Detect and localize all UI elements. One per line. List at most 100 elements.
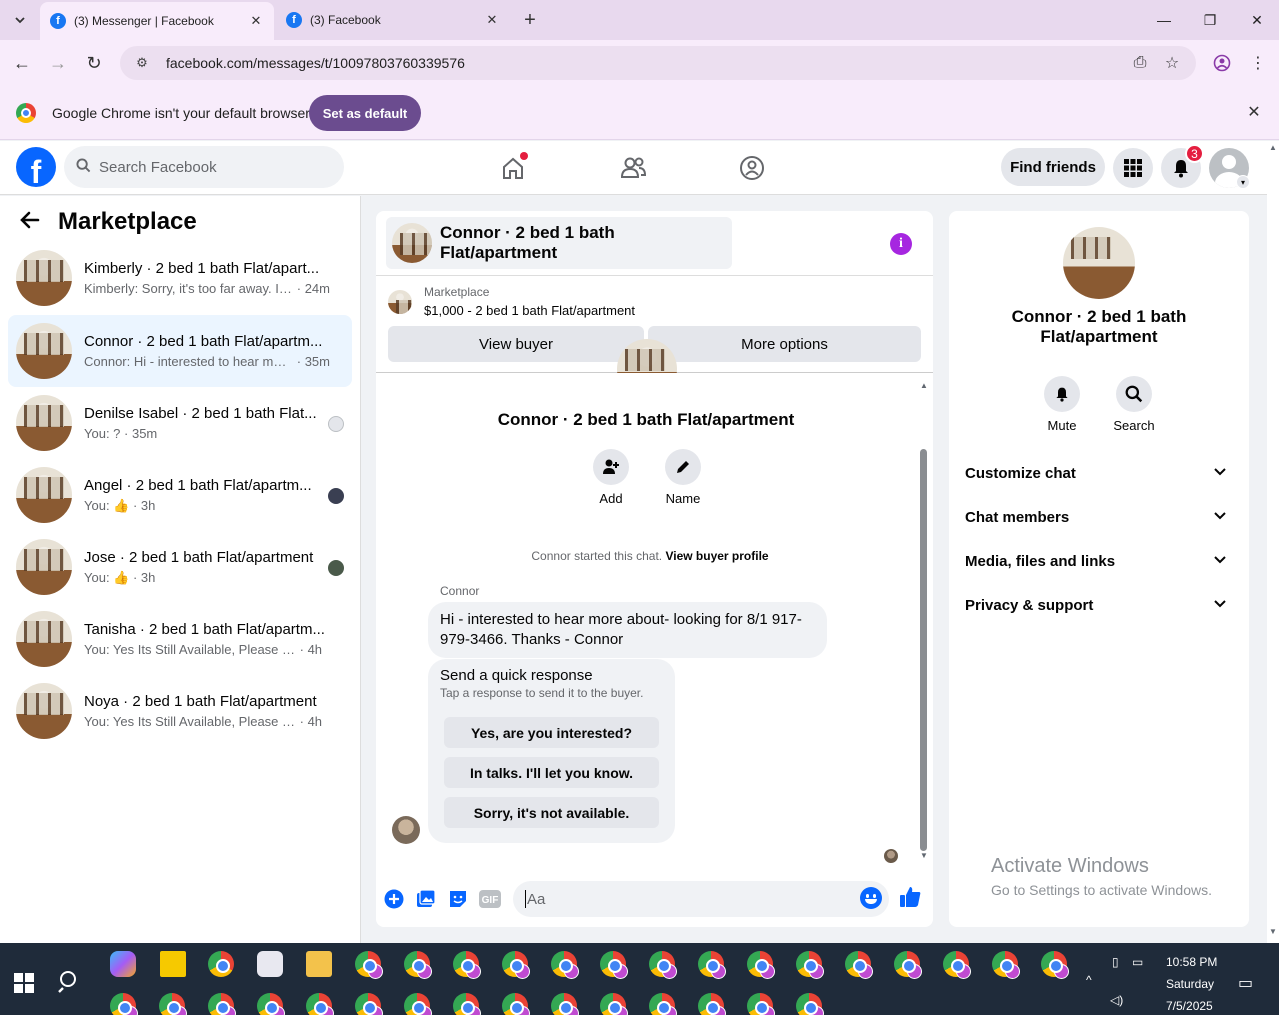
paint-app-icon[interactable] xyxy=(257,951,283,977)
chrome-profile-app-icon[interactable] xyxy=(257,993,285,1015)
account-chevron-icon[interactable]: ▾ xyxy=(1236,175,1250,189)
view-buyer-profile-link[interactable]: View buyer profile xyxy=(665,549,768,563)
profile-icon[interactable] xyxy=(1210,51,1234,75)
windows-start-icon[interactable] xyxy=(14,973,34,993)
install-app-icon[interactable]: ⎙ xyxy=(1128,51,1152,75)
chat-scrollbar[interactable]: ▲ ▼ xyxy=(918,381,928,860)
quick-response-button[interactable]: Yes, are you interested? xyxy=(444,717,659,748)
chrome-profile-app-icon[interactable] xyxy=(747,993,775,1015)
bookmark-star-icon[interactable]: ☆ xyxy=(1160,51,1184,75)
chrome-profile-app-icon[interactable] xyxy=(600,951,628,979)
search-in-conversation-button[interactable]: Search xyxy=(1104,376,1164,433)
chrome-profile-app-icon[interactable] xyxy=(355,993,383,1015)
chat-header[interactable]: Connor · 2 bed 1 bath Flat/apartment xyxy=(386,217,732,269)
chrome-profile-app-icon[interactable] xyxy=(943,951,971,979)
sticker-button[interactable] xyxy=(446,887,470,911)
scroll-down-icon[interactable]: ▼ xyxy=(1269,927,1277,936)
mute-button[interactable]: Mute xyxy=(1032,376,1092,433)
set-as-default-button[interactable]: Set as default xyxy=(309,95,421,131)
message-input[interactable]: Aa xyxy=(513,881,889,917)
chrome-profile-app-icon[interactable] xyxy=(208,993,236,1015)
friends-nav-button[interactable] xyxy=(616,151,650,185)
home-nav-button[interactable] xyxy=(496,151,530,185)
tab-search-button[interactable] xyxy=(8,8,32,32)
chrome-profile-app-icon[interactable] xyxy=(502,951,530,979)
back-button[interactable]: ← xyxy=(10,51,34,75)
conversation-item[interactable]: Jose · 2 bed 1 bath Flat/apartment You: … xyxy=(8,531,352,603)
search-input[interactable]: Search Facebook xyxy=(64,146,344,188)
conversation-item[interactable]: Angel · 2 bed 1 bath Flat/apartm... You:… xyxy=(8,459,352,531)
site-info-icon[interactable]: ⚙ xyxy=(130,55,154,71)
chrome-profile-app-icon[interactable] xyxy=(404,951,432,979)
more-actions-button[interactable] xyxy=(382,887,406,911)
more-options-button[interactable]: More options xyxy=(648,326,921,362)
taskbar-search-icon[interactable] xyxy=(58,969,86,997)
chrome-profile-app-icon[interactable] xyxy=(894,951,922,979)
add-people-button[interactable]: Add xyxy=(581,449,641,506)
menu-button[interactable] xyxy=(1113,148,1153,188)
scroll-up-icon[interactable]: ▲ xyxy=(920,381,928,390)
chrome-profile-app-icon[interactable] xyxy=(355,951,383,979)
conversation-item[interactable]: Tanisha · 2 bed 1 bath Flat/apartm... Yo… xyxy=(8,603,352,675)
chrome-profile-app-icon[interactable] xyxy=(306,993,334,1015)
chrome-profile-app-icon[interactable] xyxy=(747,951,775,979)
clock-day[interactable]: Saturday xyxy=(1166,977,1214,991)
page-scrollbar[interactable]: ▲ ▼ xyxy=(1267,141,1279,943)
forward-button[interactable]: → xyxy=(46,51,70,75)
copilot-app-icon[interactable] xyxy=(110,951,136,977)
chrome-profile-app-icon[interactable] xyxy=(1041,951,1069,979)
gif-button[interactable]: GIF xyxy=(478,887,502,911)
privacy-support-row[interactable]: Privacy & support xyxy=(957,585,1241,625)
chrome-profile-app-icon[interactable] xyxy=(796,951,824,979)
close-tab-icon[interactable]: ✕ xyxy=(248,13,264,29)
chrome-profile-app-icon[interactable] xyxy=(502,993,530,1015)
chrome-profile-app-icon[interactable] xyxy=(551,993,579,1015)
quick-response-button[interactable]: Sorry, it's not available. xyxy=(444,797,659,828)
chrome-profile-app-icon[interactable] xyxy=(453,993,481,1015)
conversation-item[interactable]: Noya · 2 bed 1 bath Flat/apartment You: … xyxy=(8,675,352,747)
chrome-app-icon[interactable] xyxy=(208,951,234,977)
find-friends-button[interactable]: Find friends xyxy=(1001,148,1105,186)
conversation-item[interactable]: Denilse Isabel · 2 bed 1 bath Flat... Yo… xyxy=(8,387,352,459)
chat-members-row[interactable]: Chat members xyxy=(957,497,1241,537)
reload-button[interactable]: ↻ xyxy=(82,51,106,75)
chrome-profile-app-icon[interactable] xyxy=(698,951,726,979)
notifications-button[interactable]: 3 xyxy=(1161,144,1204,188)
minimize-button[interactable]: — xyxy=(1152,8,1176,32)
tab-facebook[interactable]: f (3) Facebook ✕ xyxy=(276,4,510,36)
customize-chat-row[interactable]: Customize chat xyxy=(957,453,1241,493)
address-bar[interactable]: ⚙ facebook.com/messages/t/10097803760339… xyxy=(120,46,1196,80)
chrome-profile-app-icon[interactable] xyxy=(453,951,481,979)
back-arrow-icon[interactable] xyxy=(20,209,40,235)
chrome-profile-app-icon[interactable] xyxy=(698,993,726,1015)
chrome-menu-icon[interactable]: ⋮ xyxy=(1246,51,1270,75)
groups-nav-button[interactable] xyxy=(735,151,769,185)
attach-photo-button[interactable] xyxy=(414,887,438,911)
chrome-profile-app-icon[interactable] xyxy=(992,951,1020,979)
listing-summary[interactable]: Marketplace $1,000 - 2 bed 1 bath Flat/a… xyxy=(388,285,635,318)
scroll-up-icon[interactable]: ▲ xyxy=(1269,143,1277,152)
chrome-profile-app-icon[interactable] xyxy=(159,993,187,1015)
scroll-thumb[interactable] xyxy=(920,449,927,851)
edit-name-button[interactable]: Name xyxy=(653,449,713,506)
close-tab-icon[interactable]: ✕ xyxy=(484,12,500,28)
chrome-profile-app-icon[interactable] xyxy=(649,993,677,1015)
conversation-info-icon[interactable]: i xyxy=(890,233,912,255)
clock-date[interactable]: 7/5/2025 xyxy=(1166,999,1213,1013)
clock-time[interactable]: 10:58 PM xyxy=(1166,955,1217,969)
chrome-profile-app-icon[interactable] xyxy=(796,993,824,1015)
view-buyer-button[interactable]: View buyer xyxy=(388,326,644,362)
chrome-profile-app-icon[interactable] xyxy=(110,993,138,1015)
file-explorer-app-icon[interactable] xyxy=(306,951,332,977)
close-window-button[interactable]: ✕ xyxy=(1245,8,1269,32)
restore-button[interactable]: ❐ xyxy=(1198,8,1222,32)
chrome-profile-app-icon[interactable] xyxy=(551,951,579,979)
close-infobar-icon[interactable]: ✕ xyxy=(1244,102,1264,122)
chrome-profile-app-icon[interactable] xyxy=(600,993,628,1015)
device-icon[interactable]: ▯ xyxy=(1112,955,1119,969)
chrome-profile-app-icon[interactable] xyxy=(404,993,432,1015)
chrome-profile-app-icon[interactable] xyxy=(845,951,873,979)
emoji-icon[interactable] xyxy=(860,887,882,909)
facebook-logo[interactable]: f xyxy=(16,147,56,187)
like-button[interactable] xyxy=(898,885,922,909)
